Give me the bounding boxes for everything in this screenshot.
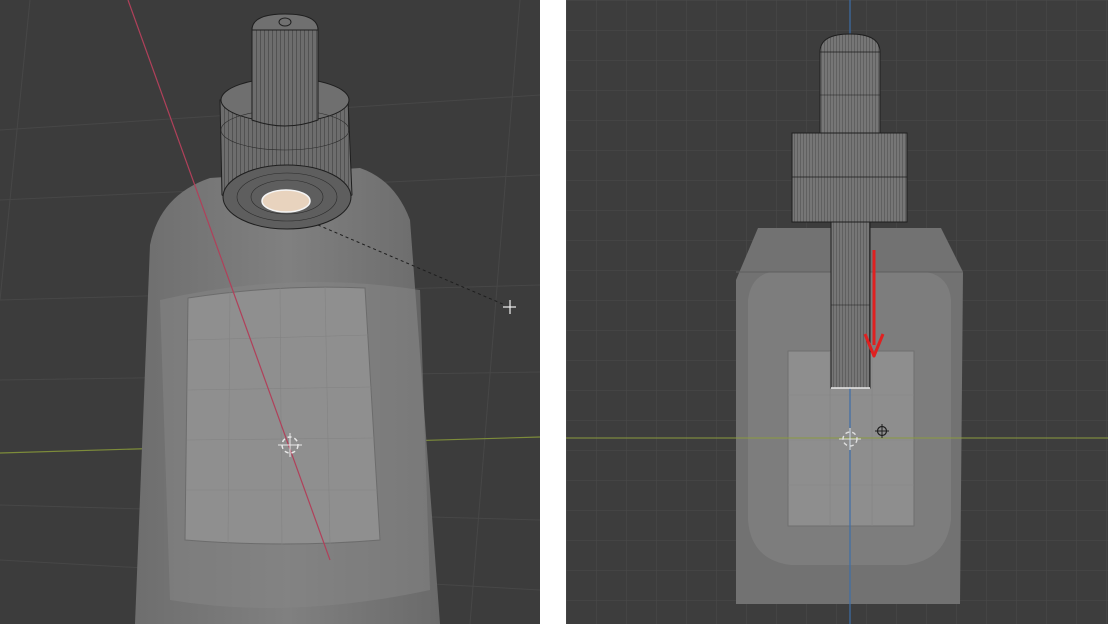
cap-collar-wireframe [791, 132, 908, 223]
label-panel [184, 286, 381, 545]
perspective-viewport[interactable] [0, 0, 540, 624]
front-orthographic-viewport[interactable] [566, 0, 1108, 624]
perspective-scene[interactable] [0, 0, 540, 624]
dropper-tube-wireframe [251, 27, 319, 127]
panel-separator [540, 0, 566, 624]
dropper-tube-wireframe [819, 33, 881, 134]
orthographic-scene[interactable] [566, 0, 1108, 624]
selected-face [261, 189, 311, 213]
